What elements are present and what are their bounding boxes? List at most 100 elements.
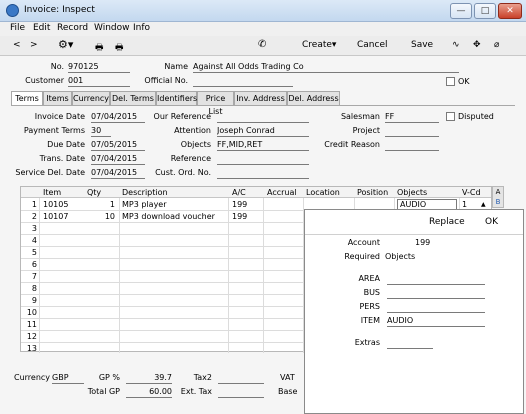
due-date-field[interactable]: 07/05/2015 xyxy=(91,140,145,151)
our-reference-field[interactable] xyxy=(217,112,309,123)
close-button[interactable]: ✕ xyxy=(498,3,522,19)
attach-icon[interactable]: ⌀ xyxy=(494,40,499,50)
qty-cell[interactable]: 1 xyxy=(91,200,115,209)
service-del-date-field[interactable]: 07/04/2015 xyxy=(91,168,145,179)
trans-date-field[interactable]: 07/04/2015 xyxy=(91,154,145,165)
bus-label: BUS xyxy=(363,288,380,297)
area-field[interactable] xyxy=(387,274,485,285)
disputed-label: Disputed xyxy=(458,112,494,121)
description-cell[interactable]: MP3 player xyxy=(122,200,167,209)
replace-button[interactable]: Replace xyxy=(429,217,465,227)
maximize-button[interactable]: □ xyxy=(474,3,496,19)
tab-inv-address[interactable]: Inv. Address xyxy=(234,91,287,105)
currency-field[interactable]: GBP xyxy=(52,373,84,384)
objects-field[interactable]: FF,MID,RET xyxy=(217,140,309,151)
side-a-button[interactable]: A xyxy=(493,187,503,198)
save-button[interactable]: Save xyxy=(411,40,433,50)
ac-cell[interactable]: 199 xyxy=(232,200,247,209)
menu-edit[interactable]: Edit xyxy=(33,23,50,33)
project-field[interactable] xyxy=(385,126,439,137)
attention-field[interactable]: Joseph Conrad xyxy=(217,126,309,137)
ext-tax-field xyxy=(218,387,264,398)
disputed-checkbox[interactable] xyxy=(446,112,455,121)
service-del-date-label: Service Del. Date xyxy=(15,168,85,177)
tab-identifiers[interactable]: Identifiers xyxy=(156,91,197,105)
tab-price-list[interactable]: Price List xyxy=(197,91,234,116)
bus-field[interactable] xyxy=(387,288,485,299)
invoice-date-field[interactable]: 07/04/2015 xyxy=(91,112,145,123)
no-field[interactable]: 970125 xyxy=(68,62,130,73)
minimize-button[interactable]: — xyxy=(450,3,472,19)
col-item[interactable]: Item xyxy=(43,188,61,197)
menu-file[interactable]: File xyxy=(10,23,25,33)
payment-terms-field[interactable]: 30 xyxy=(91,126,111,137)
row-number: 5 xyxy=(31,248,37,257)
prev-record-button[interactable]: < xyxy=(13,40,21,50)
tab-currency[interactable]: Currency xyxy=(72,91,110,105)
next-record-button[interactable]: > xyxy=(30,40,38,50)
salesman-label: Salesman xyxy=(340,112,380,121)
col-qty[interactable]: Qty xyxy=(87,188,101,197)
tab-del-terms[interactable]: Del. Terms xyxy=(110,91,156,105)
reference-field[interactable] xyxy=(217,154,309,165)
cancel-button[interactable]: Cancel xyxy=(357,40,388,50)
account-value: 199 xyxy=(415,238,431,247)
col-ac[interactable]: A/C xyxy=(232,188,246,197)
row-number: 9 xyxy=(31,296,37,305)
print-preview-icon[interactable]: 🖶 xyxy=(115,40,124,56)
paste-special-icon[interactable]: ▲ xyxy=(481,201,486,208)
side-b-button[interactable]: B xyxy=(493,198,503,208)
item-field[interactable]: AUDIO xyxy=(387,316,485,327)
salesman-field[interactable]: FF xyxy=(385,112,439,123)
ac-cell[interactable]: 199 xyxy=(232,212,247,221)
account-label: Account xyxy=(347,238,380,247)
cust-ord-no-field[interactable] xyxy=(217,168,309,179)
row-number: 8 xyxy=(31,284,37,293)
col-location[interactable]: Location xyxy=(306,188,340,197)
tab-terms[interactable]: Terms xyxy=(11,91,43,106)
description-cell[interactable]: MP3 download voucher xyxy=(122,212,215,221)
col-position[interactable]: Position xyxy=(357,188,388,197)
create-button[interactable]: Create▾ xyxy=(302,40,336,50)
credit-reason-field[interactable] xyxy=(385,140,439,151)
ok-label: OK xyxy=(458,77,470,86)
activity-icon[interactable]: ∿ xyxy=(452,40,460,50)
col-accrual[interactable]: Accrual xyxy=(267,188,297,197)
col-objects[interactable]: Objects xyxy=(397,188,427,197)
window-title: Invoice: Inspect xyxy=(24,5,95,15)
menu-window[interactable]: Window xyxy=(94,23,130,33)
attention-label: Attention xyxy=(174,126,211,135)
expand-icon[interactable]: ✥ xyxy=(473,40,481,50)
gp-pct-label: GP % xyxy=(98,373,120,382)
qty-cell[interactable]: 10 xyxy=(91,212,115,221)
name-label: Name xyxy=(164,62,188,71)
item-cell[interactable]: 10105 xyxy=(43,200,68,209)
grid-side-buttons: A B xyxy=(492,186,504,208)
row-number: 6 xyxy=(31,260,37,269)
name-field[interactable]: Against All Odds Trading Co xyxy=(193,62,459,73)
col-v-cd[interactable]: V-Cd xyxy=(462,188,481,197)
official-no-field[interactable] xyxy=(193,76,293,87)
tab-items[interactable]: Items xyxy=(43,91,72,105)
phone-icon[interactable]: ✆ xyxy=(258,39,266,50)
print-icon[interactable]: 🖶 xyxy=(95,40,104,56)
row-number: 1 xyxy=(31,200,37,209)
customer-field[interactable]: 001 xyxy=(68,76,130,87)
objects-label: Objects xyxy=(180,140,211,149)
menu-info[interactable]: Info xyxy=(133,23,150,33)
gear-icon[interactable]: ⚙▾ xyxy=(58,38,73,51)
item-cell[interactable]: 10107 xyxy=(43,212,68,221)
credit-reason-label: Credit Reason xyxy=(324,140,380,149)
extras-field[interactable] xyxy=(387,338,433,349)
pers-field[interactable] xyxy=(387,302,485,313)
ok-button[interactable]: OK xyxy=(485,217,498,227)
grid-header: Item Qty Description A/C Accrual Locatio… xyxy=(21,187,491,198)
tab-del-address[interactable]: Del. Address xyxy=(287,91,340,105)
official-no-label: Official No. xyxy=(144,76,188,85)
currency-label: Currency xyxy=(14,373,51,382)
col-description[interactable]: Description xyxy=(122,188,168,197)
pers-label: PERS xyxy=(359,302,380,311)
ok-checkbox[interactable] xyxy=(446,77,455,86)
vcd-cell[interactable]: 1 xyxy=(462,200,467,209)
menu-record[interactable]: Record xyxy=(57,23,88,33)
